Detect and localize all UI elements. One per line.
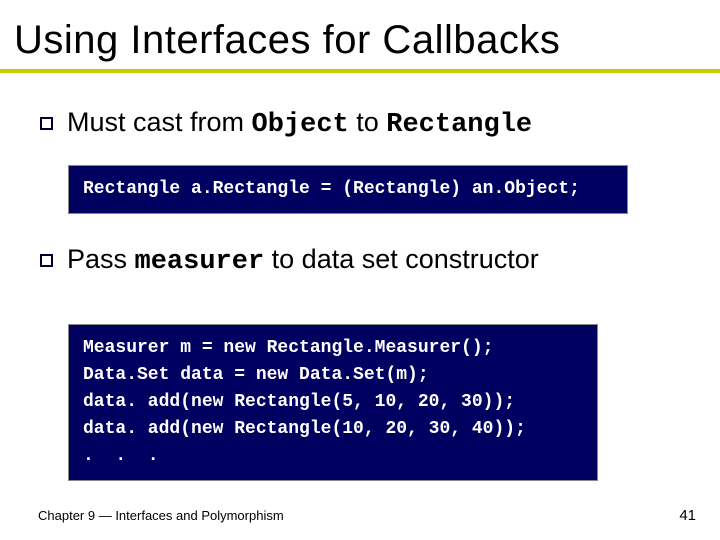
- square-bullet-icon: [40, 254, 53, 267]
- bullet-text: Must cast from Object to Rectangle: [67, 105, 532, 143]
- bullet-text: Pass measurer to data set constructor: [67, 242, 539, 280]
- bullet-mid: to data set constructor: [264, 244, 539, 274]
- code-block-constructor: Measurer m = new Rectangle.Measurer(); D…: [68, 324, 598, 481]
- slide-title: Using Interfaces for Callbacks: [0, 0, 720, 69]
- slide: Using Interfaces for Callbacks Must cast…: [0, 0, 720, 540]
- chapter-label: Chapter 9 — Interfaces and Polymorphism: [38, 508, 284, 523]
- square-bullet-icon: [40, 117, 53, 130]
- code-block-cast: Rectangle a.Rectangle = (Rectangle) an.O…: [68, 165, 628, 214]
- slide-footer: Chapter 9 — Interfaces and Polymorphism …: [38, 507, 696, 524]
- bullet-pre: Pass: [67, 244, 135, 274]
- bullet-item: Pass measurer to data set constructor: [40, 242, 690, 280]
- bullet-mid: to: [349, 107, 387, 137]
- bullet-code: measurer: [135, 247, 265, 277]
- bullet-code: Rectangle: [386, 110, 532, 140]
- bullet-pre: Must cast from: [67, 107, 252, 137]
- page-number: 41: [679, 507, 696, 524]
- bullet-item: Must cast from Object to Rectangle: [40, 105, 690, 143]
- bullet-code: Object: [252, 110, 349, 140]
- slide-content: Must cast from Object to Rectangle Recta…: [0, 73, 720, 481]
